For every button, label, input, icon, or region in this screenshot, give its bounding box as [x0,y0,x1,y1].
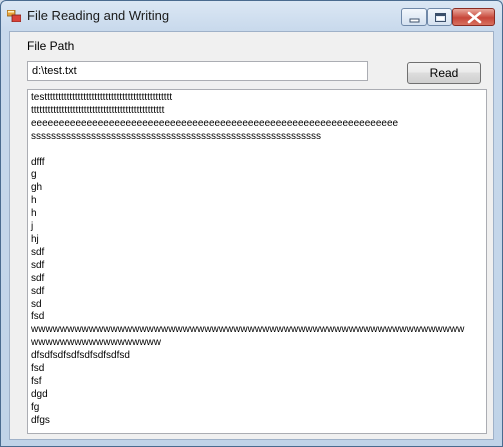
title-bar[interactable]: File Reading and Writing [1,1,502,31]
form-client-area: File Path d:\test.txt Read testttttttttt… [9,31,494,440]
app-icon [7,10,21,22]
file-path-label: File Path [27,39,75,53]
maximize-icon [435,13,446,22]
maximize-button[interactable] [427,8,452,26]
close-icon [467,11,482,24]
file-content-text: testtttttttttttttttttttttttttttttttttttt… [31,92,465,426]
minimize-button[interactable] [401,8,427,26]
read-button[interactable]: Read [407,62,481,84]
file-path-input[interactable]: d:\test.txt [27,61,368,81]
minimize-icon [409,18,420,23]
window-title: File Reading and Writing [27,8,170,23]
close-button[interactable] [452,8,495,26]
file-content-textarea[interactable]: testtttttttttttttttttttttttttttttttttttt… [27,89,487,434]
main-window: File Reading and Writing File Path d:\te… [0,0,503,447]
